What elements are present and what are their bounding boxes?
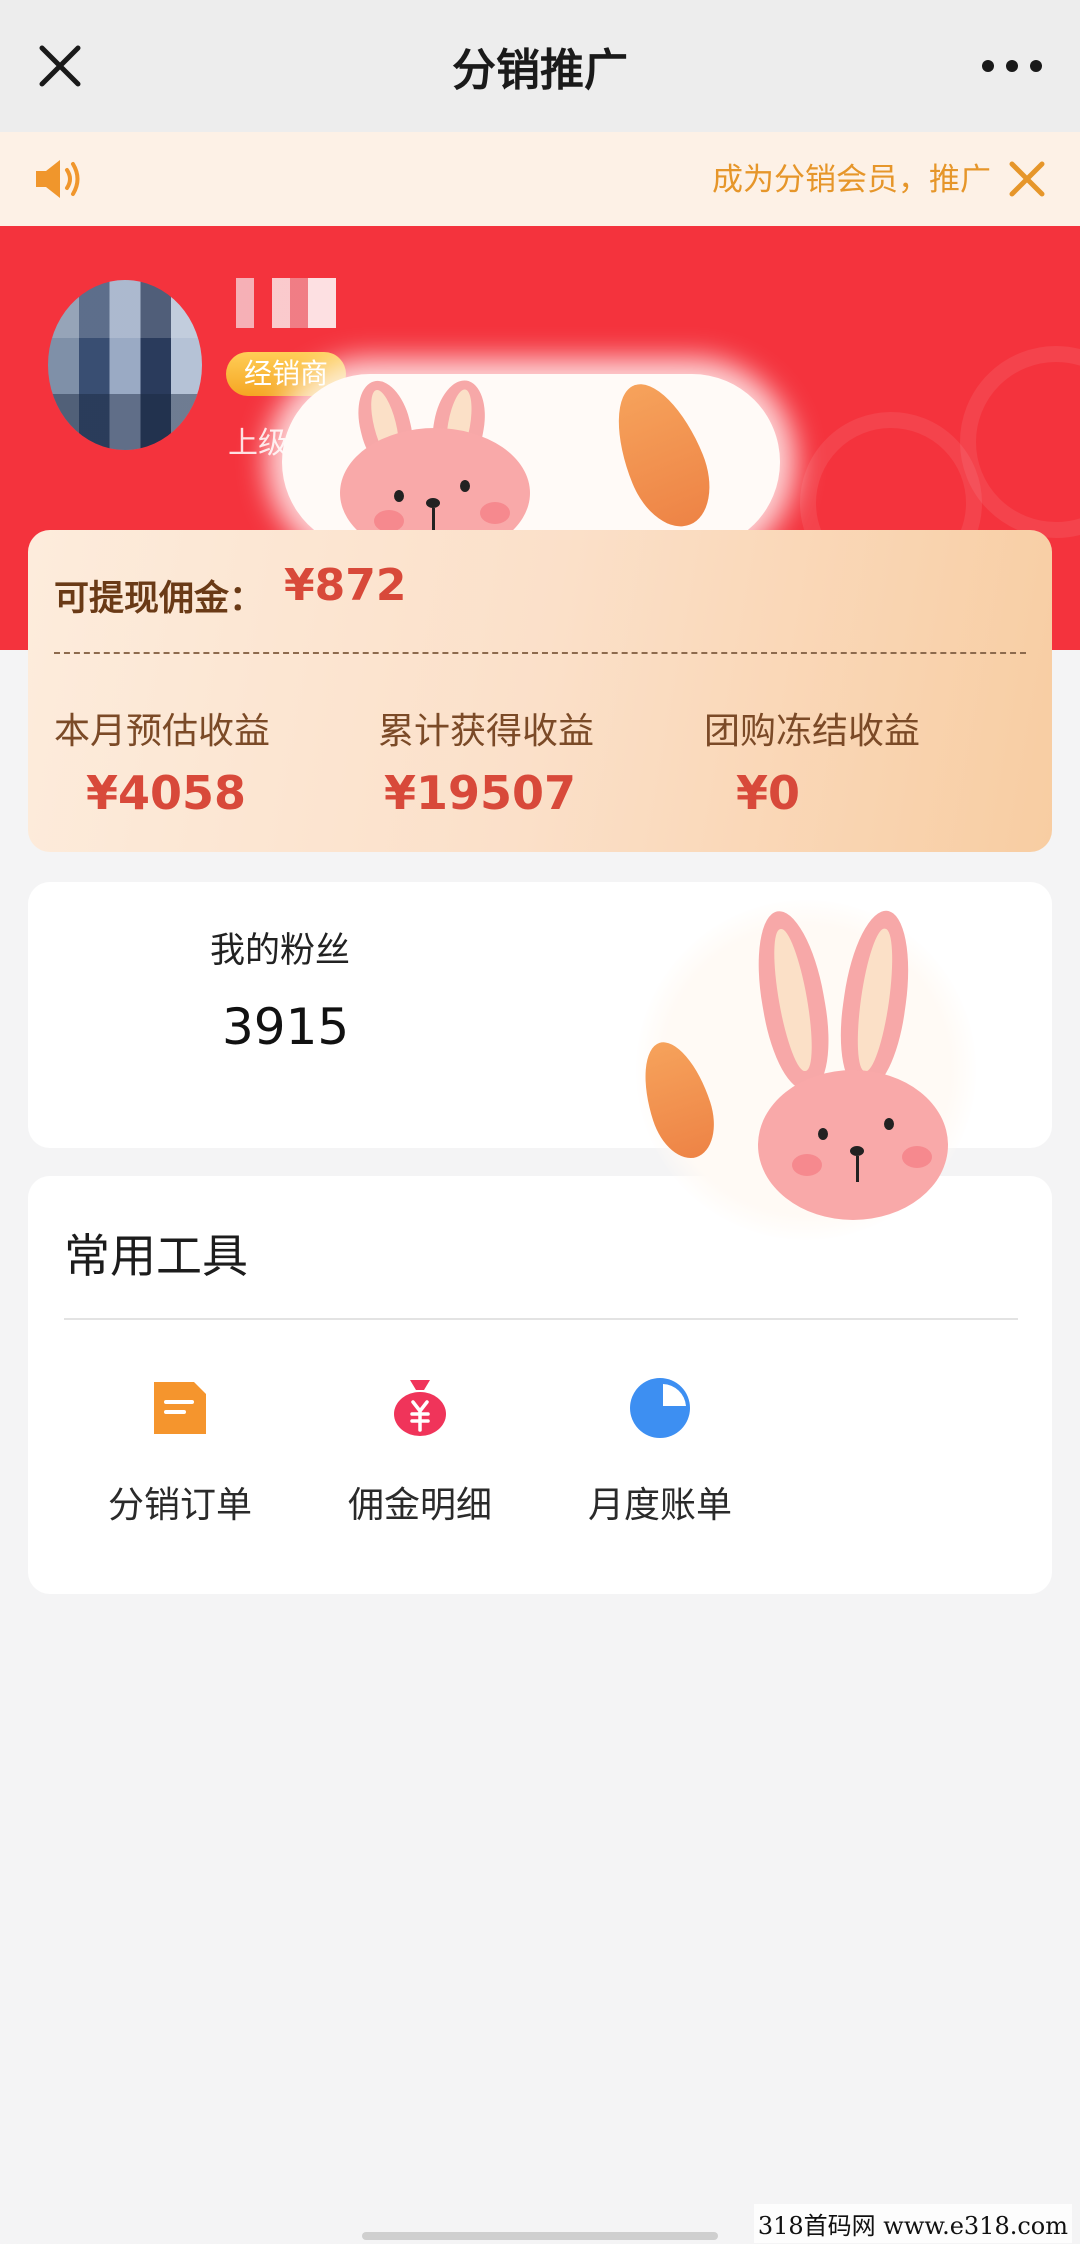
stat-value-total[interactable]: ¥19507 (384, 766, 576, 820)
document-icon (154, 1382, 206, 1434)
tool-commission-details[interactable]: 佣金明细 (310, 1376, 530, 1528)
stat-label-total: 累计获得收益 (378, 711, 595, 752)
tool-label: 佣金明细 (347, 1485, 492, 1526)
tools-title: 常用工具 (64, 1229, 248, 1283)
close-icon[interactable] (28, 34, 92, 98)
close-icon[interactable] (1002, 154, 1052, 204)
tool-monthly-bill[interactable]: 月度账单 (550, 1376, 770, 1528)
divider (64, 1318, 1018, 1320)
pie-chart-icon (630, 1378, 690, 1438)
avatar[interactable] (48, 280, 202, 450)
nav-bar: 分销推广 (0, 0, 1080, 132)
more-dots-icon[interactable] (972, 34, 1052, 98)
notice-text[interactable]: 成为分销会员，推广 (712, 152, 994, 208)
stat-value-month[interactable]: ¥4058 (86, 766, 246, 820)
fans-label: 我的粉丝 (210, 931, 351, 971)
tool-label: 分销订单 (107, 1485, 252, 1526)
tool-distribution-orders[interactable]: 分销订单 (70, 1376, 290, 1528)
notice-bar: 成为分销会员，推广 (0, 132, 1080, 226)
speaker-icon (36, 160, 80, 198)
withdrawable-value[interactable]: ¥872 (284, 560, 406, 611)
money-bag-icon (394, 1380, 446, 1436)
stat-value-frozen[interactable]: ¥0 (736, 766, 800, 820)
fans-count[interactable]: 3915 (222, 998, 349, 1056)
page-title: 分销推广 (452, 45, 628, 96)
upline-label: 上级 (228, 426, 288, 461)
stat-label-month: 本月预估收益 (54, 711, 271, 752)
username-blurred (236, 278, 336, 328)
dashed-divider (54, 652, 1026, 654)
tool-label: 月度账单 (587, 1485, 732, 1526)
watermark: 318首码网 www.e318.com (753, 2204, 1072, 2243)
withdrawable-label: 可提现佣金： (54, 579, 265, 619)
stat-label-frozen: 团购冻结收益 (704, 711, 921, 752)
home-indicator[interactable] (362, 2232, 718, 2240)
bunny-sticker (746, 905, 962, 1230)
